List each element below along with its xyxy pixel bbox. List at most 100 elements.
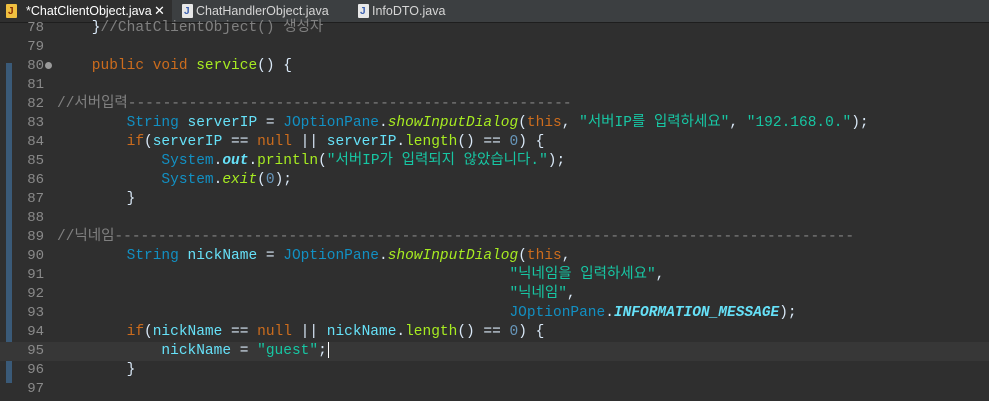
code-token: . (378, 248, 388, 264)
code-text: public void service() { (57, 57, 292, 76)
code-line[interactable]: 94 if(nickName == null || nickName.lengt… (0, 323, 989, 342)
code-editor[interactable]: 78 }//ChatClientObject() 생성자 79 80 public … (0, 20, 989, 401)
code-line[interactable]: 82 //서버입력--------------------------------… (0, 95, 989, 114)
code-token: System (57, 153, 214, 169)
code-line[interactable]: 95 nickName = "guest"; (0, 342, 989, 361)
code-token: () == (457, 324, 510, 340)
code-text: "닉네임을 입력하세요", (57, 266, 664, 285)
code-token: nickName (57, 343, 232, 359)
code-token: public void (57, 58, 197, 74)
code-token: //서버입력----------------------------------… (57, 96, 572, 112)
code-token: == (222, 324, 258, 340)
code-token: == (222, 134, 258, 150)
code-token: , (566, 286, 576, 302)
code-token: String (57, 248, 188, 264)
code-line[interactable]: 79 (0, 38, 989, 57)
code-token: nickName (187, 248, 258, 264)
line-number: 89 (27, 229, 44, 245)
code-token: , (561, 115, 580, 131)
code-token: println (257, 153, 319, 169)
code-token: "guest" (257, 343, 319, 359)
line-number: 96 (27, 362, 44, 378)
line-number: 84 (27, 134, 44, 150)
code-token: JOptionPane (509, 305, 606, 321)
fold-toggle-icon[interactable] (45, 62, 52, 69)
code-token: "192.168.0." (746, 115, 852, 131)
code-token: } (57, 191, 136, 207)
code-line[interactable]: 85 System.out.println("서버IP가 입력되지 않았습니다.… (0, 152, 989, 171)
code-line[interactable]: 89 //닉네임---------------------------------… (0, 228, 989, 247)
line-number: 91 (27, 267, 44, 283)
code-token: ( (144, 324, 153, 340)
code-text: nickName = "guest"; (57, 342, 329, 361)
code-token: if (57, 324, 145, 340)
code-token: INFORMATION_MESSAGE (613, 305, 780, 321)
code-text: String serverIP = JOptionPane.showInputD… (57, 114, 869, 133)
code-line[interactable]: 80 public void service() { (0, 57, 989, 76)
code-token: || (291, 134, 327, 150)
code-token: . (378, 115, 388, 131)
code-line[interactable]: 83 String serverIP = JOptionPane.showInp… (0, 114, 989, 133)
code-line[interactable]: 87 } (0, 190, 989, 209)
code-token: serverIP (187, 115, 258, 131)
line-number: 93 (27, 305, 44, 321)
code-token: ); (779, 305, 797, 321)
code-line[interactable]: 84 if(serverIP == null || serverIP.lengt… (0, 133, 989, 152)
line-number: 92 (27, 286, 44, 302)
code-token: "닉네임을 입력하세요" (509, 267, 656, 283)
code-token: . (396, 134, 406, 150)
code-token: . (605, 305, 614, 321)
code-line[interactable]: 86 System.exit(0); (0, 171, 989, 190)
code-token: null (257, 134, 292, 150)
code-token: ); (547, 153, 566, 169)
code-text: //서버입력----------------------------------… (57, 95, 572, 114)
code-line[interactable]: 91 "닉네임을 입력하세요", (0, 266, 989, 285)
code-token: ; (318, 343, 327, 359)
code-token: this (526, 115, 562, 131)
java-file-icon (358, 1, 369, 23)
line-number: 87 (27, 191, 44, 207)
code-token: || (291, 324, 327, 340)
code-token: exit (222, 172, 258, 188)
code-token: String (57, 115, 188, 131)
line-number: 82 (27, 96, 44, 112)
line-number: 88 (27, 210, 44, 226)
code-text: }//ChatClientObject() 생성자 (57, 19, 323, 38)
line-number: 90 (27, 248, 44, 264)
code-text: //닉네임-----------------------------------… (57, 228, 854, 247)
code-token: ( (318, 153, 327, 169)
code-token: = (257, 248, 284, 264)
code-line[interactable]: 90 String nickName = JOptionPane.showInp… (0, 247, 989, 266)
code-line[interactable]: 97 (0, 380, 989, 399)
code-token: showInputDialog (387, 115, 519, 131)
code-text: } (57, 361, 136, 380)
code-line[interactable]: 81 (0, 76, 989, 95)
code-text: System.exit(0); (57, 171, 292, 190)
code-token: service (196, 58, 258, 74)
code-text: if(serverIP == null || serverIP.length()… (57, 133, 545, 152)
code-token: JOptionPane (283, 248, 379, 264)
line-number: 95 (27, 343, 44, 359)
code-line[interactable]: 88 (0, 209, 989, 228)
code-token: , (655, 267, 665, 283)
code-token: ) { (518, 134, 545, 150)
code-token: 0 (509, 134, 519, 150)
code-token: } (57, 20, 101, 36)
code-token: ( (144, 134, 153, 150)
code-token: System (57, 172, 214, 188)
code-line[interactable]: 96 } (0, 361, 989, 380)
code-token: . (396, 324, 406, 340)
code-token: out (222, 153, 249, 169)
code-token: . (248, 153, 258, 169)
line-number: 79 (27, 39, 44, 55)
line-number: 94 (27, 324, 44, 340)
code-line[interactable]: 78 }//ChatClientObject() 생성자 (0, 19, 989, 38)
code-line[interactable]: 92 "닉네임", (0, 285, 989, 304)
code-token: "서버IP가 입력되지 않았습니다." (326, 153, 548, 169)
line-number: 97 (27, 381, 44, 397)
code-text: System.out.println("서버IP가 입력되지 않았습니다."); (57, 152, 565, 171)
code-text: "닉네임", (57, 285, 576, 304)
code-line[interactable]: 93 JOptionPane.INFORMATION_MESSAGE); (0, 304, 989, 323)
